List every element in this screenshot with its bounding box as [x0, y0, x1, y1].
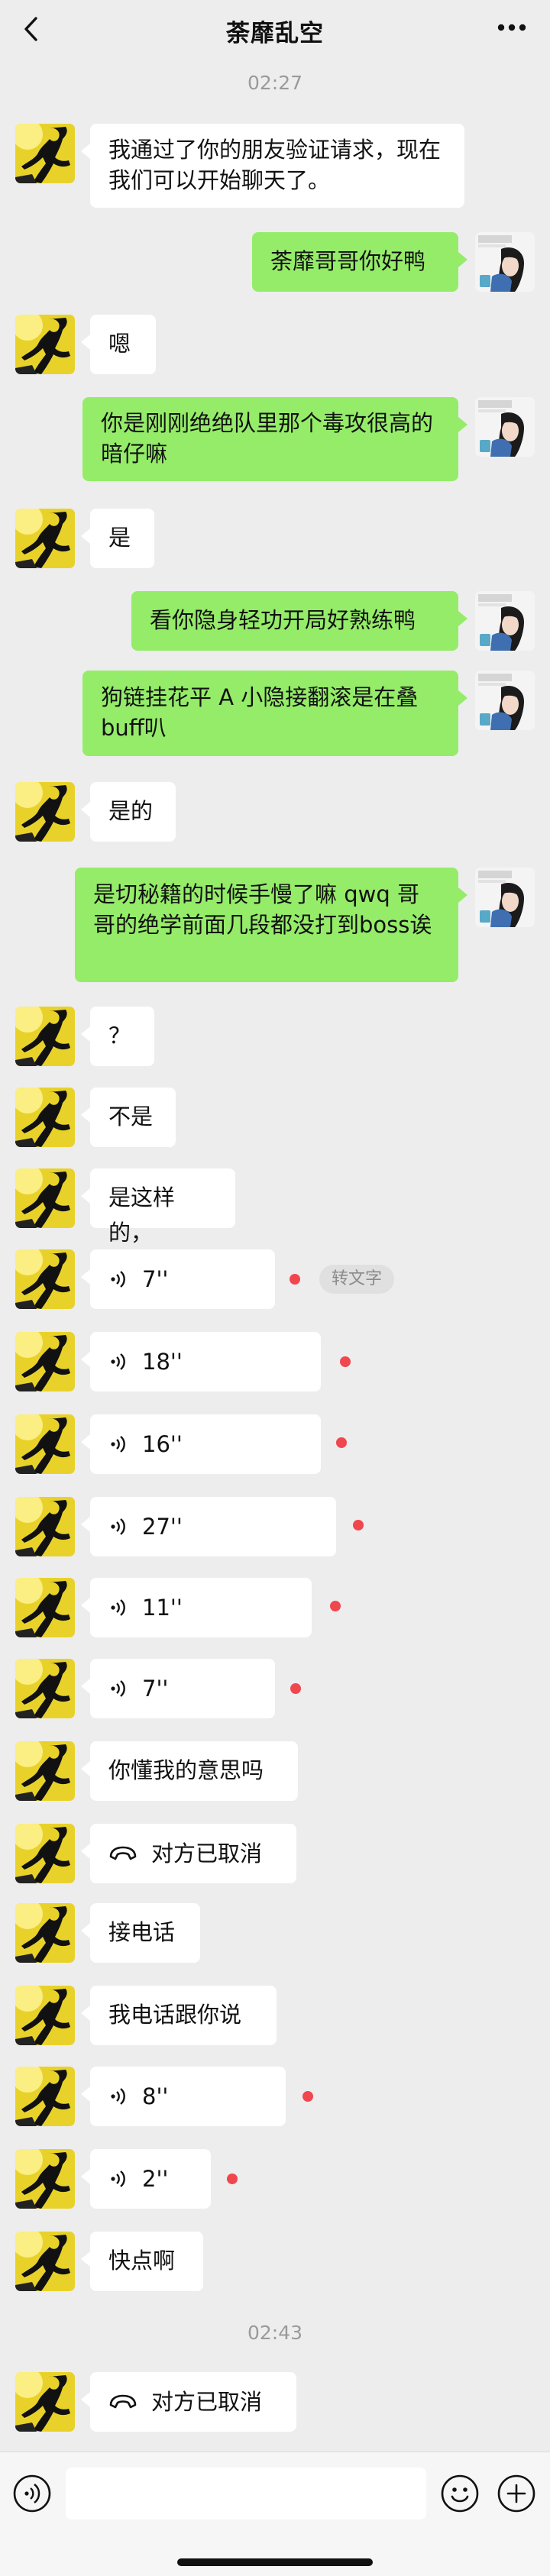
- my-avatar[interactable]: [475, 591, 535, 651]
- message-bubble-incoming[interactable]: 是: [81, 509, 154, 568]
- message-bubble-incoming[interactable]: 嗯: [81, 315, 156, 374]
- contact-avatar[interactable]: [15, 1332, 75, 1391]
- contact-avatar[interactable]: [15, 124, 75, 183]
- timestamp: 02:27: [247, 72, 303, 94]
- emoji-button[interactable]: [440, 2474, 480, 2513]
- voice-message[interactable]: 16'': [81, 1414, 321, 1474]
- unread-dot: [290, 1683, 301, 1694]
- contact-avatar[interactable]: [15, 509, 75, 568]
- voice-wave-icon: [111, 1518, 125, 1535]
- voice-wave-icon: [111, 1271, 125, 1288]
- contact-avatar[interactable]: [15, 1824, 75, 1883]
- message-bubble-incoming[interactable]: 是的: [81, 782, 176, 842]
- plus-button[interactable]: [497, 2474, 536, 2513]
- contact-avatar[interactable]: [15, 1497, 75, 1556]
- message-bubble-incoming[interactable]: ？: [81, 1007, 154, 1066]
- voice-wave-icon: [111, 1680, 125, 1697]
- call-status: 对方已取消: [151, 1841, 263, 1867]
- contact-avatar[interactable]: [15, 2232, 75, 2291]
- contact-avatar[interactable]: [15, 1088, 75, 1147]
- home-indicator: [177, 2558, 373, 2566]
- voice-message[interactable]: 8'': [81, 2067, 286, 2126]
- unread-dot: [340, 1356, 351, 1367]
- emoji-icon: [441, 2474, 479, 2513]
- message-bubble-incoming[interactable]: 我通过了你的朋友验证请求，现在我们可以开始聊天了。: [81, 124, 464, 208]
- message-bubble-outgoing[interactable]: 狗链挂花平 A 小隐接翻滚是在叠buff叭: [82, 671, 467, 756]
- voice-message[interactable]: 7'': [81, 1659, 275, 1718]
- message-bubble-outgoing[interactable]: 是切秘籍的时候手慢了嘛 qwq 哥哥的绝学前面几段都没打到boss诶: [75, 868, 467, 982]
- phone-hangup-icon: [109, 2394, 137, 2409]
- voice-duration: 2'': [142, 2166, 169, 2192]
- voice-wave-icon: [111, 1436, 125, 1453]
- voice-wave-icon: [111, 2088, 125, 2105]
- voice-duration: 27'': [142, 1514, 183, 1540]
- voice-input-icon: [13, 2474, 51, 2513]
- more-button[interactable]: [492, 11, 532, 44]
- voice-message[interactable]: 18'': [81, 1332, 321, 1391]
- plus-icon: [497, 2474, 535, 2513]
- message-bubble-incoming[interactable]: 是这样的，: [81, 1168, 235, 1246]
- contact-avatar[interactable]: [15, 1168, 75, 1228]
- voice-message[interactable]: 2'': [81, 2149, 211, 2209]
- message-bubble-incoming[interactable]: 快点啊: [81, 2232, 203, 2291]
- voice-duration: 18'': [142, 1349, 183, 1375]
- input-bar: [0, 2452, 550, 2576]
- message-bubble-incoming[interactable]: 我电话跟你说: [81, 1986, 277, 2045]
- message-bubble-outgoing[interactable]: 荼靡哥哥你好鸭: [252, 232, 467, 292]
- contact-avatar[interactable]: [15, 1578, 75, 1637]
- call-status: 对方已取消: [151, 2389, 263, 2415]
- voice-message[interactable]: 11'': [81, 1578, 312, 1637]
- message-bubble-outgoing[interactable]: 看你隐身轻功开局好熟练鸭: [131, 591, 467, 651]
- contact-avatar[interactable]: [15, 782, 75, 842]
- unread-dot: [336, 1437, 347, 1448]
- phone-hangup-icon: [109, 1846, 137, 1860]
- voice-wave-icon: [111, 2170, 125, 2187]
- contact-avatar[interactable]: [15, 1986, 75, 2045]
- unread-dot: [227, 2174, 238, 2184]
- message-bubble-incoming[interactable]: 你懂我的意思吗: [81, 1741, 298, 1801]
- my-avatar[interactable]: [475, 671, 535, 730]
- voice-duration: 16'': [142, 1431, 183, 1457]
- message-bubble-outgoing[interactable]: 你是刚刚绝绝队里那个毒攻很高的暗仔嘛: [82, 397, 467, 481]
- call-record[interactable]: 对方已取消: [81, 2372, 296, 2432]
- message-input[interactable]: [66, 2468, 426, 2519]
- chat-header: 荼靡乱空: [0, 0, 550, 58]
- unread-dot: [330, 1601, 341, 1611]
- contact-avatar[interactable]: [15, 2149, 75, 2209]
- voice-duration: 7'': [142, 1676, 169, 1702]
- voice-message[interactable]: 27'': [81, 1497, 336, 1556]
- contact-avatar[interactable]: [15, 2067, 75, 2126]
- contact-avatar[interactable]: [15, 1007, 75, 1066]
- contact-avatar[interactable]: [15, 1659, 75, 1718]
- contact-avatar[interactable]: [15, 1903, 75, 1963]
- contact-avatar[interactable]: [15, 315, 75, 374]
- timestamp: 02:43: [247, 2322, 303, 2344]
- chat-title: 荼靡乱空: [226, 20, 324, 47]
- unread-dot: [290, 1274, 300, 1285]
- unread-dot: [302, 2091, 313, 2102]
- voice-duration: 7'': [142, 1266, 169, 1292]
- voice-duration: 11'': [142, 1595, 183, 1621]
- voice-message[interactable]: 7'': [81, 1249, 275, 1309]
- voice-wave-icon: [111, 1353, 125, 1370]
- my-avatar[interactable]: [475, 232, 535, 292]
- contact-avatar[interactable]: [15, 1414, 75, 1474]
- contact-avatar[interactable]: [15, 2372, 75, 2432]
- message-bubble-incoming[interactable]: 不是: [81, 1088, 176, 1147]
- unread-dot: [353, 1520, 364, 1530]
- more-dots-icon: [497, 24, 526, 31]
- voice-wave-icon: [111, 1599, 125, 1616]
- transcribe-button[interactable]: 转文字: [319, 1265, 395, 1294]
- contact-avatar[interactable]: [15, 1249, 75, 1309]
- message-bubble-incoming[interactable]: 接电话: [81, 1903, 200, 1963]
- my-avatar[interactable]: [475, 397, 535, 457]
- call-record[interactable]: 对方已取消: [81, 1824, 296, 1883]
- voice-input-button[interactable]: [12, 2474, 52, 2513]
- contact-avatar[interactable]: [15, 1741, 75, 1801]
- my-avatar[interactable]: [475, 868, 535, 927]
- voice-duration: 8'': [142, 2083, 169, 2109]
